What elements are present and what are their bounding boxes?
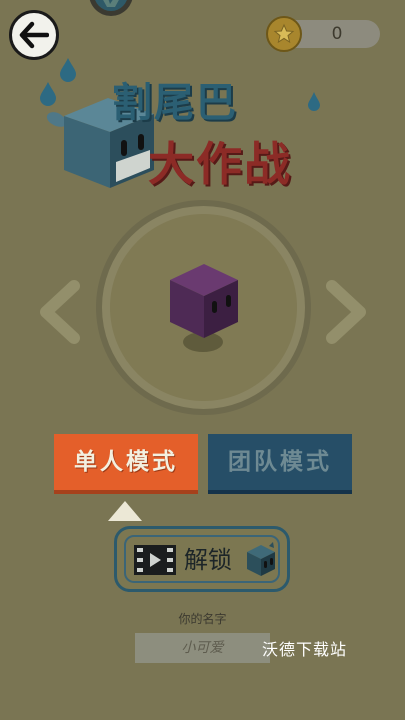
coin-icon [266,16,302,52]
name-label: 你的名字 [178,612,227,626]
name-input[interactable] [135,633,270,663]
coin-count: 0 [331,24,343,44]
back-button[interactable] [9,10,59,60]
character-cube[interactable] [166,260,242,340]
selected-mode-pointer [108,501,142,521]
single-mode-button[interactable]: 单人模式 [54,434,198,494]
logo-title-line2: 大作战 [148,137,292,191]
locked-character-icon [247,542,275,576]
arrow-left-icon [19,21,49,49]
video-ad-icon [134,545,176,575]
gear-icon[interactable] [88,0,134,18]
watermark-text: 沃德下载站 [262,640,348,659]
next-character-button[interactable] [324,280,370,344]
team-mode-button[interactable]: 团队模式 [208,434,352,494]
logo-title-line1: 割尾巴 [112,80,238,126]
prev-character-button[interactable] [36,280,82,344]
unlock-label: 解锁 [184,546,232,574]
